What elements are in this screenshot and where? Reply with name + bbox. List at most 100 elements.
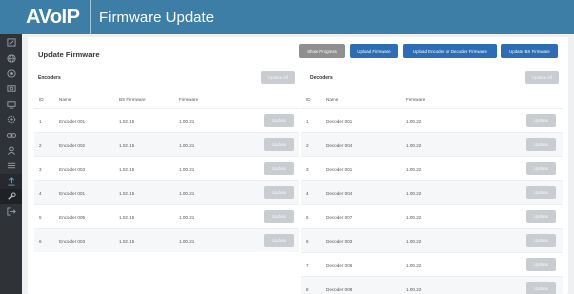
encoders-update-all-button[interactable]: Update All [261,71,295,84]
decoders-header-firmware: Firmware [406,97,426,102]
decoder-firmware: 1.00.22 [406,238,422,244]
network-icon [6,69,16,78]
encoder-row: 2 Encoder 002 1.02.15 1.00.21 Update [34,132,299,156]
encoder-firmware: 1.00.21 [179,166,195,172]
wrench-icon [7,192,16,200]
decoder-update-button[interactable]: Update [526,162,556,175]
encoder-bs-firmware: 1.02.15 [119,166,135,172]
decoder-row: 1 Decoder 001 1.00.22 Update [301,108,563,132]
decoder-name: Decoder 003 [326,238,353,244]
decoder-update-button[interactable]: Update [526,282,556,294]
sidebar-item-wrench[interactable] [0,188,22,205]
sidebar-item-settings[interactable] [0,112,22,127]
decoder-id: 2 [306,142,309,148]
decoder-update-button[interactable]: Update [526,186,556,199]
decoder-update-button[interactable]: Update [526,138,556,151]
decoder-row: 7 Decoder 006 1.00.22 Update [301,252,563,276]
encoder-bs-firmware: 1.02.15 [119,190,135,196]
brand-logo: AVoIP [26,5,80,28]
encoders-header-id: ID [39,97,44,102]
settings-icon [7,115,15,124]
brand-divider [90,0,91,34]
decoder-firmware: 1.00.22 [406,190,422,196]
encoders-header-firmware: Firmware [179,97,199,102]
encoder-bs-firmware: 1.02.15 [119,142,135,148]
show-progress-button[interactable]: Show Progress [299,44,345,58]
decoder-update-button[interactable]: Update [526,210,556,223]
decoder-update-button[interactable]: Update [526,114,556,127]
decoder-firmware: 1.00.22 [406,142,422,148]
firmware-card: Update Firmware Show Progress Upload Fir… [28,37,568,294]
encoder-row: 1 Encoder 001 1.02.15 1.00.21 Update [34,108,299,132]
sidebar-item-globe[interactable] [0,50,22,65]
encoder-name: Encoder 001 [59,118,86,124]
sidebar-item-logout[interactable] [0,204,22,219]
encoder-row: 6 Encoder 003 1.02.15 1.00.21 Update [34,228,299,252]
encoder-name: Encoder 005 [59,214,86,220]
decoder-update-button[interactable]: Update [526,258,556,271]
encoder-id: 6 [39,238,42,244]
globe-icon [6,54,16,63]
sidebar [0,34,22,294]
sidebar-item-link[interactable] [0,127,22,142]
encoder-update-button[interactable]: Update [264,138,294,151]
decoder-name: Decoder 001 [326,118,353,124]
encoder-firmware: 1.00.21 [179,214,195,220]
encoder-update-button[interactable]: Update [264,186,294,199]
decoder-firmware: 1.00.22 [406,286,422,292]
encoder-firmware: 1.00.21 [179,118,195,124]
top-bar: AVoIP Firmware Update [0,0,574,34]
decoder-name: Decoder 006 [326,262,353,268]
sidebar-item-upload[interactable] [0,173,22,189]
sidebar-item-edit[interactable] [0,35,22,50]
decoder-id: 3 [306,166,309,172]
card-title: Update Firmware [38,50,100,59]
encoder-name: Encoder 003 [59,238,86,244]
decoder-row: 4 Decoder 004 1.00.22 Update [301,180,563,204]
sidebar-item-camera[interactable] [0,81,22,96]
encoder-update-button[interactable]: Update [264,210,294,223]
edit-icon [6,38,16,47]
encoder-row: 3 Encoder 003 1.02.15 1.00.21 Update [34,156,299,180]
decoders-title: Decoders [310,75,333,81]
decoder-row: 2 Decoder 004 1.00.22 Update [301,132,563,156]
encoder-firmware: 1.00.21 [179,190,195,196]
encoders-header-bs-firmware: BS Firmware [119,97,146,102]
encoder-update-button[interactable]: Update [264,234,294,247]
decoder-row: 6 Decoder 003 1.00.22 Update [301,228,563,252]
decoder-row: 8 Decoder 008 1.00.22 Update [301,276,563,294]
sidebar-item-sliders[interactable] [0,158,22,173]
decoder-firmware: 1.00.22 [406,166,422,172]
encoder-bs-firmware: 1.02.15 [119,214,135,220]
decoder-id: 6 [306,238,309,244]
page-title: Firmware Update [99,8,215,26]
decoder-id: 1 [306,118,309,124]
encoder-bs-firmware: 1.02.15 [119,238,135,244]
decoder-name: Decoder 004 [326,142,353,148]
upload-icon [7,176,15,186]
sidebar-item-monitor[interactable] [0,97,22,112]
link-icon [6,132,16,138]
upload-firmware-button[interactable]: Upload Firmware [350,44,398,58]
update-bs-firmware-button[interactable]: Update BS Firmware [501,44,558,58]
upload-encoder-decoder-firmware-button[interactable]: Upload Encoder or Decoder Firmware [403,44,497,58]
decoder-name: Decoder 007 [326,214,353,220]
encoder-update-button[interactable]: Update [264,162,294,175]
decoder-row: 3 Decoder 001 1.00.22 Update [301,156,563,180]
encoder-id: 3 [39,166,42,172]
encoder-id: 1 [39,118,42,124]
camera-icon [6,85,16,93]
encoder-name: Encoder 003 [59,166,86,172]
decoder-firmware: 1.00.22 [406,262,422,268]
sidebar-item-user[interactable] [0,143,22,158]
encoder-id: 5 [39,214,42,220]
monitor-icon [6,101,16,109]
decoder-update-button[interactable]: Update [526,234,556,247]
decoders-update-all-button[interactable]: Update All [525,71,559,84]
logout-icon [6,207,16,217]
encoder-row: 4 Encoder 001 1.02.15 1.00.21 Update [34,180,299,204]
encoder-row: 5 Encoder 005 1.02.15 1.00.21 Update [34,204,299,228]
encoder-update-button[interactable]: Update [264,114,294,127]
sidebar-item-network[interactable] [0,66,22,81]
encoder-name: Encoder 001 [59,190,86,196]
